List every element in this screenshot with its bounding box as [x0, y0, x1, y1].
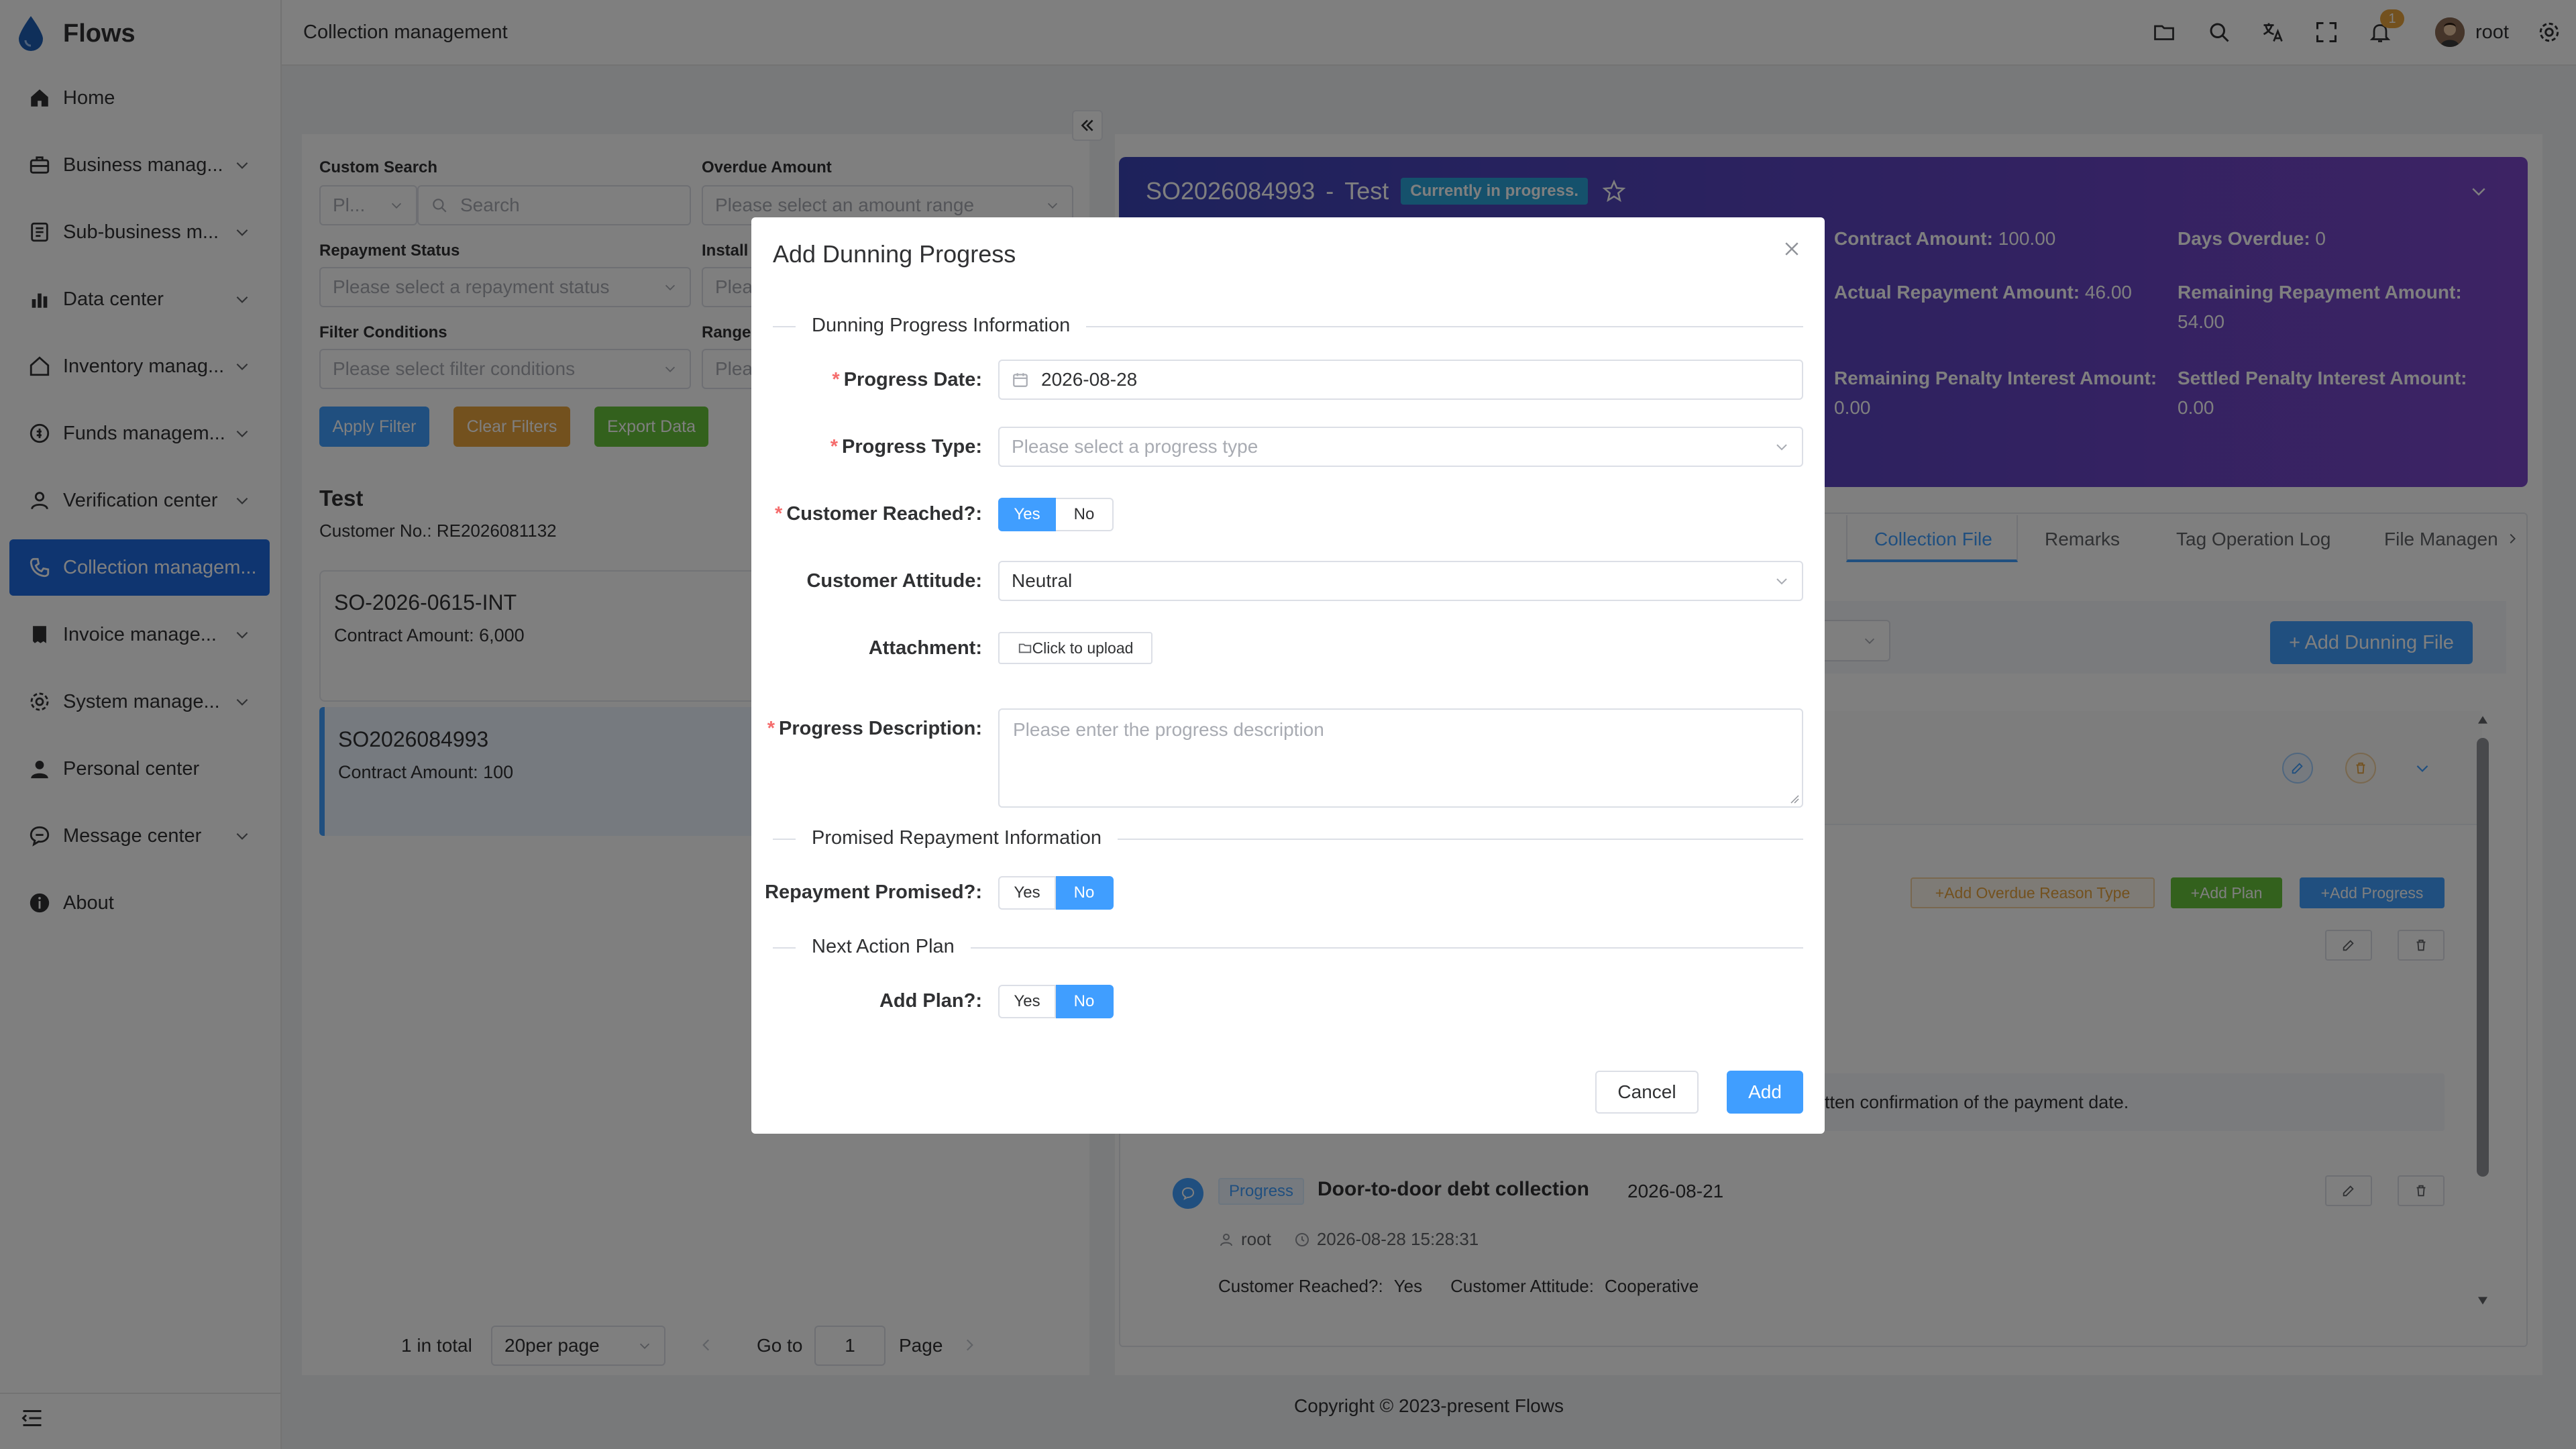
folder-icon: [1018, 643, 1031, 653]
customer-reached-toggle: Yes No: [998, 498, 1114, 531]
section-title-promised-repayment: Promised Repayment Information: [796, 827, 1118, 849]
chevron-down-icon: [1776, 578, 1787, 585]
add-plan-label: Add Plan?:: [879, 990, 982, 1012]
repayment-promised-yes[interactable]: Yes: [998, 876, 1056, 910]
customer-reached-yes[interactable]: Yes: [998, 498, 1056, 531]
section-title-progress-info: Dunning Progress Information: [796, 315, 1087, 337]
progress-date-input[interactable]: 2026-08-28: [998, 360, 1803, 400]
repayment-promised-toggle: Yes No: [998, 876, 1114, 910]
repayment-promised-label: Repayment Promised?:: [765, 881, 982, 903]
progress-description-label: * Progress Description:: [767, 718, 982, 739]
customer-reached-no[interactable]: No: [1056, 498, 1114, 531]
chevron-down-icon: [1776, 444, 1787, 451]
add-button[interactable]: Add: [1727, 1071, 1803, 1114]
add-plan-no[interactable]: No: [1056, 985, 1114, 1018]
calendar-icon: [1013, 373, 1028, 387]
progress-date-label: * Progress Date:: [832, 369, 982, 390]
close-icon[interactable]: [1782, 239, 1802, 259]
add-dunning-progress-dialog: Add Dunning Progress Dunning Progress In…: [751, 217, 1825, 1134]
section-title-next-action: Next Action Plan: [796, 936, 971, 958]
progress-type-select[interactable]: Please select a progress type: [998, 427, 1803, 467]
customer-attitude-select[interactable]: Neutral: [998, 561, 1803, 601]
repayment-promised-no[interactable]: No: [1056, 876, 1114, 910]
customer-attitude-label: Customer Attitude:: [806, 570, 982, 592]
add-plan-toggle: Yes No: [998, 985, 1114, 1018]
cancel-button[interactable]: Cancel: [1595, 1071, 1699, 1114]
dialog-title: Add Dunning Progress: [773, 240, 1016, 268]
attachment-label: Attachment:: [868, 637, 982, 659]
add-plan-yes[interactable]: Yes: [998, 985, 1056, 1018]
progress-type-label: * Progress Type:: [830, 436, 982, 458]
upload-button[interactable]: Click to upload: [998, 632, 1152, 664]
resize-handle-icon[interactable]: [1788, 793, 1799, 804]
progress-description-textarea[interactable]: Please enter the progress description: [998, 708, 1803, 808]
customer-reached-label: * Customer Reached?:: [775, 503, 982, 525]
